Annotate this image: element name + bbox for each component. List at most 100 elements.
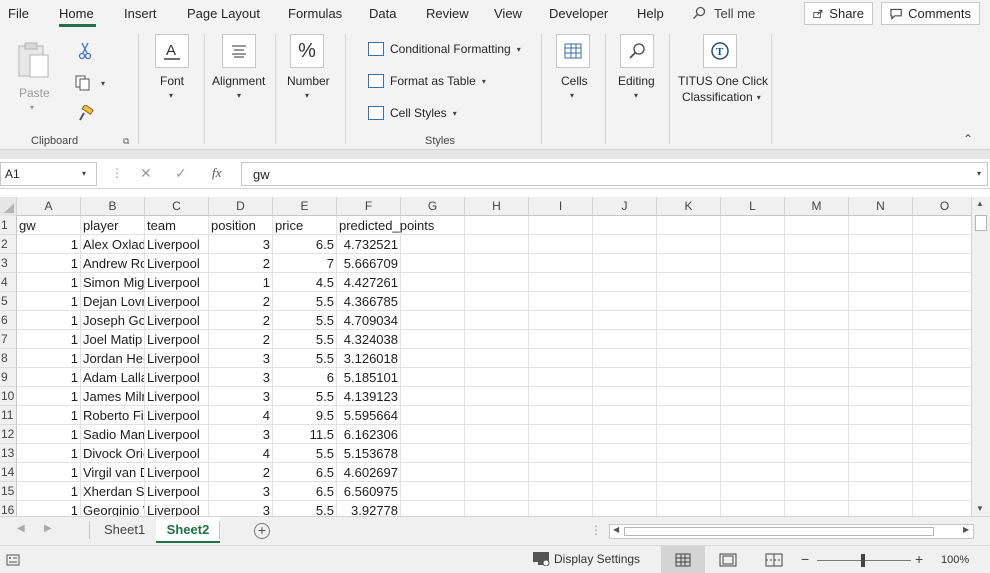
conditional-formatting-button[interactable]: Conditional Formatting ▾: [368, 42, 521, 56]
header-cell[interactable]: player: [81, 216, 145, 235]
enter-icon[interactable]: ✓: [175, 165, 187, 182]
sheet-tab-sheet1[interactable]: Sheet1: [94, 517, 155, 543]
data-cell[interactable]: [593, 482, 657, 501]
editing-button[interactable]: [620, 34, 654, 68]
data-cell[interactable]: [465, 425, 529, 444]
column-header-g[interactable]: G: [401, 197, 465, 216]
data-cell[interactable]: Andrew Robertson: [81, 254, 145, 273]
scroll-right-icon[interactable]: ▶: [963, 525, 969, 534]
data-cell[interactable]: 5.5: [273, 387, 337, 406]
data-cell[interactable]: 7: [273, 254, 337, 273]
data-cell[interactable]: [529, 425, 593, 444]
column-header-f[interactable]: F: [337, 197, 401, 216]
data-cell[interactable]: 2: [209, 463, 273, 482]
data-cell[interactable]: 5.5: [273, 292, 337, 311]
data-cell[interactable]: 1: [17, 368, 81, 387]
data-cell[interactable]: [401, 463, 465, 482]
tab-view[interactable]: View: [494, 6, 522, 21]
data-cell[interactable]: [913, 292, 971, 311]
data-cell[interactable]: [913, 387, 971, 406]
data-cell[interactable]: 1: [17, 406, 81, 425]
header-cell[interactable]: [721, 216, 785, 235]
row-header[interactable]: 1: [0, 216, 17, 235]
data-cell[interactable]: [529, 292, 593, 311]
row-header[interactable]: 15: [0, 482, 17, 501]
data-cell[interactable]: Roberto Firmino: [81, 406, 145, 425]
data-cell[interactable]: [529, 463, 593, 482]
zoom-out-icon[interactable]: −: [801, 551, 809, 567]
data-cell[interactable]: [849, 292, 913, 311]
data-cell[interactable]: 11.5: [273, 425, 337, 444]
data-cell[interactable]: [465, 387, 529, 406]
data-cell[interactable]: 4.427261: [337, 273, 401, 292]
data-cell[interactable]: 3.126018: [337, 349, 401, 368]
tab-split-handle-icon[interactable]: ⋮: [590, 523, 602, 537]
data-cell[interactable]: [657, 235, 721, 254]
data-cell[interactable]: Liverpool: [145, 425, 209, 444]
data-cell[interactable]: 2: [209, 292, 273, 311]
data-cell[interactable]: 5.153678: [337, 444, 401, 463]
data-cell[interactable]: [913, 463, 971, 482]
data-cell[interactable]: 5.5: [273, 501, 337, 516]
column-header-b[interactable]: B: [81, 197, 145, 216]
data-cell[interactable]: 4.366785: [337, 292, 401, 311]
data-cell[interactable]: Divock Origi: [81, 444, 145, 463]
data-cell[interactable]: James Milner: [81, 387, 145, 406]
data-cell[interactable]: [401, 425, 465, 444]
column-header-a[interactable]: A: [17, 197, 81, 216]
column-header-l[interactable]: L: [721, 197, 785, 216]
data-cell[interactable]: Liverpool: [145, 273, 209, 292]
data-cell[interactable]: [849, 311, 913, 330]
tab-home[interactable]: Home: [59, 6, 94, 21]
data-cell[interactable]: [657, 292, 721, 311]
data-cell[interactable]: 1: [17, 330, 81, 349]
data-cell[interactable]: [465, 273, 529, 292]
vertical-scroll-thumb[interactable]: [975, 215, 987, 231]
row-header[interactable]: 11: [0, 406, 17, 425]
data-cell[interactable]: [657, 311, 721, 330]
data-cell[interactable]: [785, 292, 849, 311]
data-cell[interactable]: [529, 235, 593, 254]
font-button[interactable]: A: [155, 34, 189, 68]
data-cell[interactable]: 5.5: [273, 349, 337, 368]
data-cell[interactable]: 6.5: [273, 463, 337, 482]
data-cell[interactable]: [913, 330, 971, 349]
row-header[interactable]: 14: [0, 463, 17, 482]
cell-styles-button[interactable]: Cell Styles ▾: [368, 106, 457, 120]
data-cell[interactable]: Liverpool: [145, 444, 209, 463]
data-cell[interactable]: 4.5: [273, 273, 337, 292]
data-cell[interactable]: Liverpool: [145, 368, 209, 387]
formula-input[interactable]: gw ▾: [241, 162, 988, 186]
data-cell[interactable]: [913, 425, 971, 444]
collapse-ribbon-icon[interactable]: ⌃: [963, 132, 973, 146]
data-cell[interactable]: [721, 444, 785, 463]
data-cell[interactable]: 1: [17, 444, 81, 463]
data-cell[interactable]: [465, 235, 529, 254]
data-cell[interactable]: [721, 292, 785, 311]
column-header-j[interactable]: J: [593, 197, 657, 216]
format-painter-button[interactable]: [77, 103, 95, 123]
cut-button[interactable]: [77, 42, 93, 60]
data-cell[interactable]: [913, 273, 971, 292]
data-cell[interactable]: [849, 463, 913, 482]
horizontal-scroll-thumb[interactable]: [624, 527, 934, 536]
row-header[interactable]: 3: [0, 254, 17, 273]
tab-developer[interactable]: Developer: [549, 6, 608, 21]
data-cell[interactable]: [465, 463, 529, 482]
scroll-down-icon[interactable]: ▼: [976, 504, 984, 513]
data-cell[interactable]: [721, 425, 785, 444]
format-as-table-button[interactable]: Format as Table ▾: [368, 74, 486, 88]
data-cell[interactable]: [401, 444, 465, 463]
data-cell[interactable]: [721, 463, 785, 482]
data-cell[interactable]: [849, 425, 913, 444]
prev-sheet-icon[interactable]: ◀: [17, 523, 25, 534]
data-cell[interactable]: Simon Mignolet: [81, 273, 145, 292]
column-header-d[interactable]: D: [209, 197, 273, 216]
row-header[interactable]: 8: [0, 349, 17, 368]
data-cell[interactable]: 3: [209, 349, 273, 368]
data-cell[interactable]: [593, 349, 657, 368]
row-header[interactable]: 6: [0, 311, 17, 330]
data-cell[interactable]: Liverpool: [145, 235, 209, 254]
data-cell[interactable]: [785, 425, 849, 444]
data-cell[interactable]: [721, 406, 785, 425]
